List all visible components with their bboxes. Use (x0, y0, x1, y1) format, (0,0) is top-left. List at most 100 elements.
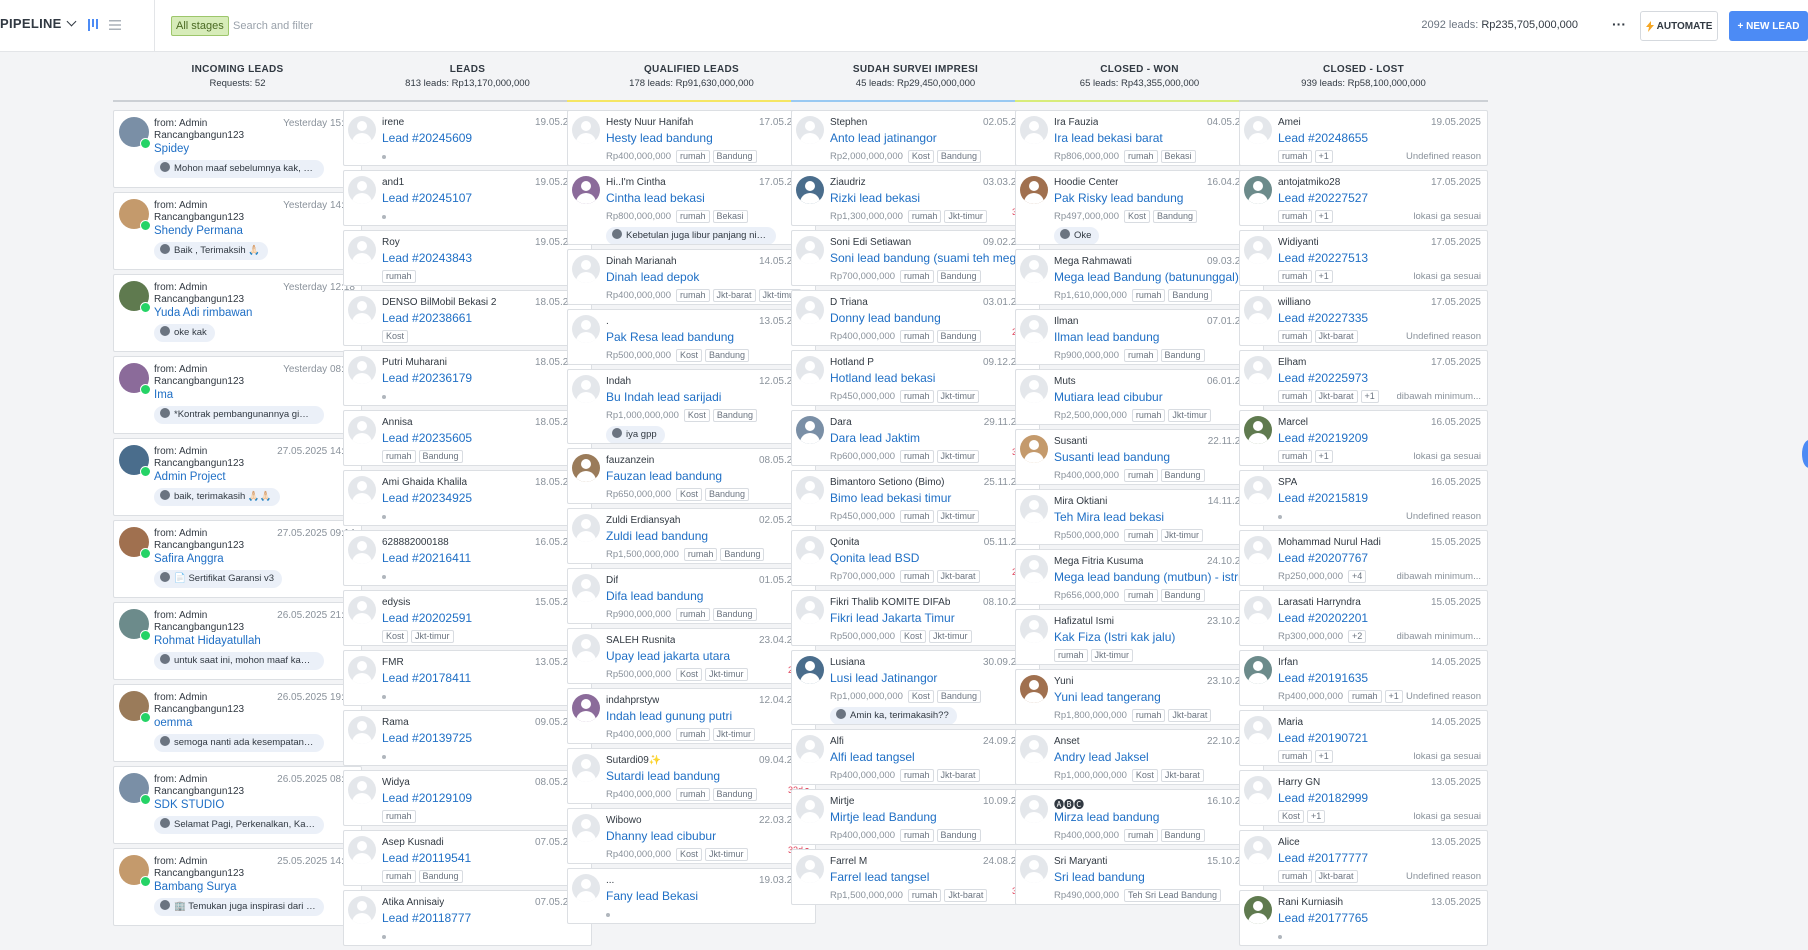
incoming-lead-card[interactable]: from: Admin 25.05.2025 14:12 Rancangbangun… (113, 848, 362, 926)
lead-card[interactable]: Amei 19.05.2025 Lead #20248655 rumah +1 Undef… (1239, 110, 1488, 166)
tag[interactable]: rumah (1123, 829, 1158, 842)
tag[interactable]: Bandung (1160, 349, 1205, 362)
contact-name-link[interactable]: SDK STUDIO (154, 799, 355, 811)
lead-title-link[interactable]: Lead #20236179 (382, 371, 585, 386)
tag[interactable]: Jkt-timur (705, 668, 748, 681)
tag[interactable]: rumah (1123, 529, 1158, 542)
lead-card[interactable]: Annisa 18.05.2025 Lead #20235605 rumah Bandu… (343, 410, 592, 466)
tag[interactable]: Bandung (712, 608, 757, 621)
lead-title-link[interactable]: Fauzan lead bandung (606, 469, 809, 484)
lead-title-link[interactable]: Bimo lead bekasi timur (830, 491, 1033, 506)
lead-title-link[interactable]: Lead #20245609 (382, 131, 585, 146)
lead-card[interactable]: Putri Muharani 18.05.2025 Lead #20236179 (343, 350, 592, 406)
tag[interactable]: Jkt-barat (944, 889, 988, 902)
lead-card[interactable]: Yuni 23.10.2024 Yuni lead tangerang Rp1,800… (1015, 669, 1264, 725)
lead-title-link[interactable]: Lead #20227335 (1278, 311, 1481, 326)
tag[interactable]: Bandung (418, 870, 463, 883)
tag[interactable]: rumah (675, 788, 710, 801)
lead-title-link[interactable]: Lead #20139725 (382, 731, 585, 746)
lead-card[interactable]: ... 19.03.2025 Fany lead Bekasi (567, 868, 816, 924)
incoming-lead-card[interactable]: from: Admin 27.05.2025 09:14 Rancangbangun… (113, 520, 362, 598)
contact-name-link[interactable]: Rohmat Hidayatullah (154, 635, 355, 647)
lead-title-link[interactable]: Sri lead bandung (1054, 870, 1257, 885)
tag[interactable]: rumah (1278, 870, 1312, 883)
lead-title-link[interactable]: Lead #20178411 (382, 671, 585, 686)
tag[interactable]: Bandung (1153, 210, 1198, 223)
lead-title-link[interactable]: Lead #20191635 (1278, 671, 1481, 686)
lead-card[interactable]: Elham 17.05.2025 Lead #20225973 rumah Jkt-ba… (1239, 350, 1488, 406)
lead-title-link[interactable]: Andry lead Jaksel (1054, 750, 1257, 765)
contact-name-link[interactable]: Admin Project (154, 471, 355, 483)
tag[interactable]: Bekasi (1160, 150, 1196, 163)
tag[interactable]: Bandung (1160, 589, 1205, 602)
contact-name-link[interactable]: Yuda Adi rimbawan (154, 307, 355, 319)
tag[interactable]: Jkt-timur (936, 390, 979, 403)
tag[interactable]: Bandung (1160, 469, 1205, 482)
lead-title-link[interactable]: Lead #20227513 (1278, 251, 1481, 266)
lead-card[interactable]: DENSO BilMobil Bekasi 2 18.05.2025 Lead #2… (343, 290, 592, 346)
lead-title-link[interactable]: Hesty lead bandung (606, 131, 809, 146)
lead-title-link[interactable]: Mirza lead bandung (1054, 810, 1257, 825)
tag[interactable]: Bandung (1168, 289, 1213, 302)
incoming-lead-card[interactable]: from: Admin Yesterday 12:18 Rancangbangun1… (113, 274, 362, 352)
lead-card[interactable]: Fikri Thalib KOMITE DIFAb 08.10.2024 Fikri… (791, 590, 1040, 646)
tag[interactable]: Jkt-timur (411, 630, 454, 643)
tag[interactable]: rumah (1278, 750, 1312, 763)
lead-card[interactable]: Widiyanti 17.05.2025 Lead #20227513 rumah +1… (1239, 230, 1488, 286)
tag[interactable]: Jkt-barat (1314, 390, 1358, 403)
tag[interactable]: Jkt-barat (936, 570, 980, 583)
tag[interactable]: rumah (1123, 589, 1158, 602)
tag[interactable]: rumah (1278, 150, 1312, 163)
lead-card[interactable]: Dif 01.05.2025 Difa lead bandung Rp900,000,… (567, 568, 816, 624)
tag[interactable]: rumah (1123, 150, 1158, 163)
lead-title-link[interactable]: Mega lead bandung (mutbun) - istri ka... (1054, 570, 1257, 585)
lead-card[interactable]: Dara 29.11.2024 Dara lead Jaktim Rp600,000,… (791, 410, 1040, 466)
tag[interactable]: rumah (1278, 390, 1312, 403)
tag[interactable]: rumah (1278, 210, 1312, 223)
tag[interactable]: Jkt-timur (705, 848, 748, 861)
lead-card[interactable]: 628882000188 16.05.2025 Lead #20216411 (343, 530, 592, 586)
lead-card[interactable]: Rama 09.05.2025 Lead #20139725 (343, 710, 592, 766)
tag[interactable]: +1 (1360, 390, 1379, 403)
lead-card[interactable]: Roy 19.05.2025 Lead #20243843 rumah (343, 230, 592, 286)
lead-title-link[interactable]: Rizki lead bekasi (830, 191, 1033, 206)
lead-title-link[interactable]: Lead #20225973 (1278, 371, 1481, 386)
lead-title-link[interactable]: Dara lead Jaktim (830, 431, 1033, 446)
lead-title-link[interactable]: Bu Indah lead sarijadi (606, 390, 809, 405)
tag[interactable]: rumah (1278, 450, 1312, 463)
lead-title-link[interactable]: Mega lead Bandung (batununggal) (1054, 270, 1257, 285)
lead-card[interactable]: Alfi 24.09.2024 Alfi lead tangsel Rp400,000… (791, 729, 1040, 785)
tag[interactable]: rumah (1278, 330, 1312, 343)
tag[interactable]: rumah (1347, 690, 1382, 703)
lead-card[interactable]: Asep Kusnadi 07.05.2025 Lead #20119541 ruma… (343, 830, 592, 886)
lead-title-link[interactable]: Kak Fiza (Istri kak jalu) (1054, 630, 1257, 645)
tag[interactable]: Kost (899, 630, 926, 643)
lead-card[interactable]: Qonita 05.11.2024 Qonita lead BSD Rp700,000… (791, 530, 1040, 586)
tag[interactable]: rumah (683, 548, 718, 561)
tag[interactable]: +1 (1307, 810, 1326, 823)
lead-card[interactable]: indahprstyw 12.04.2025 Indah lead gunung p… (567, 688, 816, 744)
tag[interactable]: Kost (675, 349, 702, 362)
lead-card[interactable]: Hoodie Center 16.04.2025 Pak Risky lead ba… (1015, 170, 1264, 245)
search-input[interactable] (233, 17, 733, 35)
tag[interactable]: Bandung (936, 690, 981, 703)
tag[interactable]: Kost (382, 330, 409, 343)
tag[interactable]: +1 (1314, 150, 1333, 163)
lead-card[interactable]: Mira Oktiani 14.11.2024 Teh Mira lead beka… (1015, 489, 1264, 545)
lead-card[interactable]: Larasati Harryndra 15.05.2025 Lead #202022… (1239, 590, 1488, 646)
lead-title-link[interactable]: Lead #20227527 (1278, 191, 1481, 206)
incoming-lead-card[interactable]: from: Admin Yesterday 14:43 Rancangbangun1… (113, 192, 362, 270)
tag[interactable]: rumah (675, 210, 710, 223)
lead-title-link[interactable]: Lead #20234925 (382, 491, 585, 506)
list-view-icon[interactable] (106, 16, 124, 34)
tag[interactable]: Bandung (936, 829, 981, 842)
lead-card[interactable]: Dinah Marianah 14.05.2025 Dinah lead depok… (567, 249, 816, 305)
lead-card[interactable]: Susanti 22.11.2024 Susanti lead bandung Rp4… (1015, 429, 1264, 485)
tag[interactable]: Kost (1123, 210, 1150, 223)
tag[interactable]: Jkt-barat (936, 769, 980, 782)
tag[interactable]: rumah (907, 889, 942, 902)
tag[interactable]: Jkt-timur (936, 450, 979, 463)
lead-title-link[interactable]: Lead #20190721 (1278, 731, 1481, 746)
contact-name-link[interactable]: Shendy Permana (154, 225, 355, 237)
lead-title-link[interactable]: Anto lead jatinangor (830, 131, 1033, 146)
